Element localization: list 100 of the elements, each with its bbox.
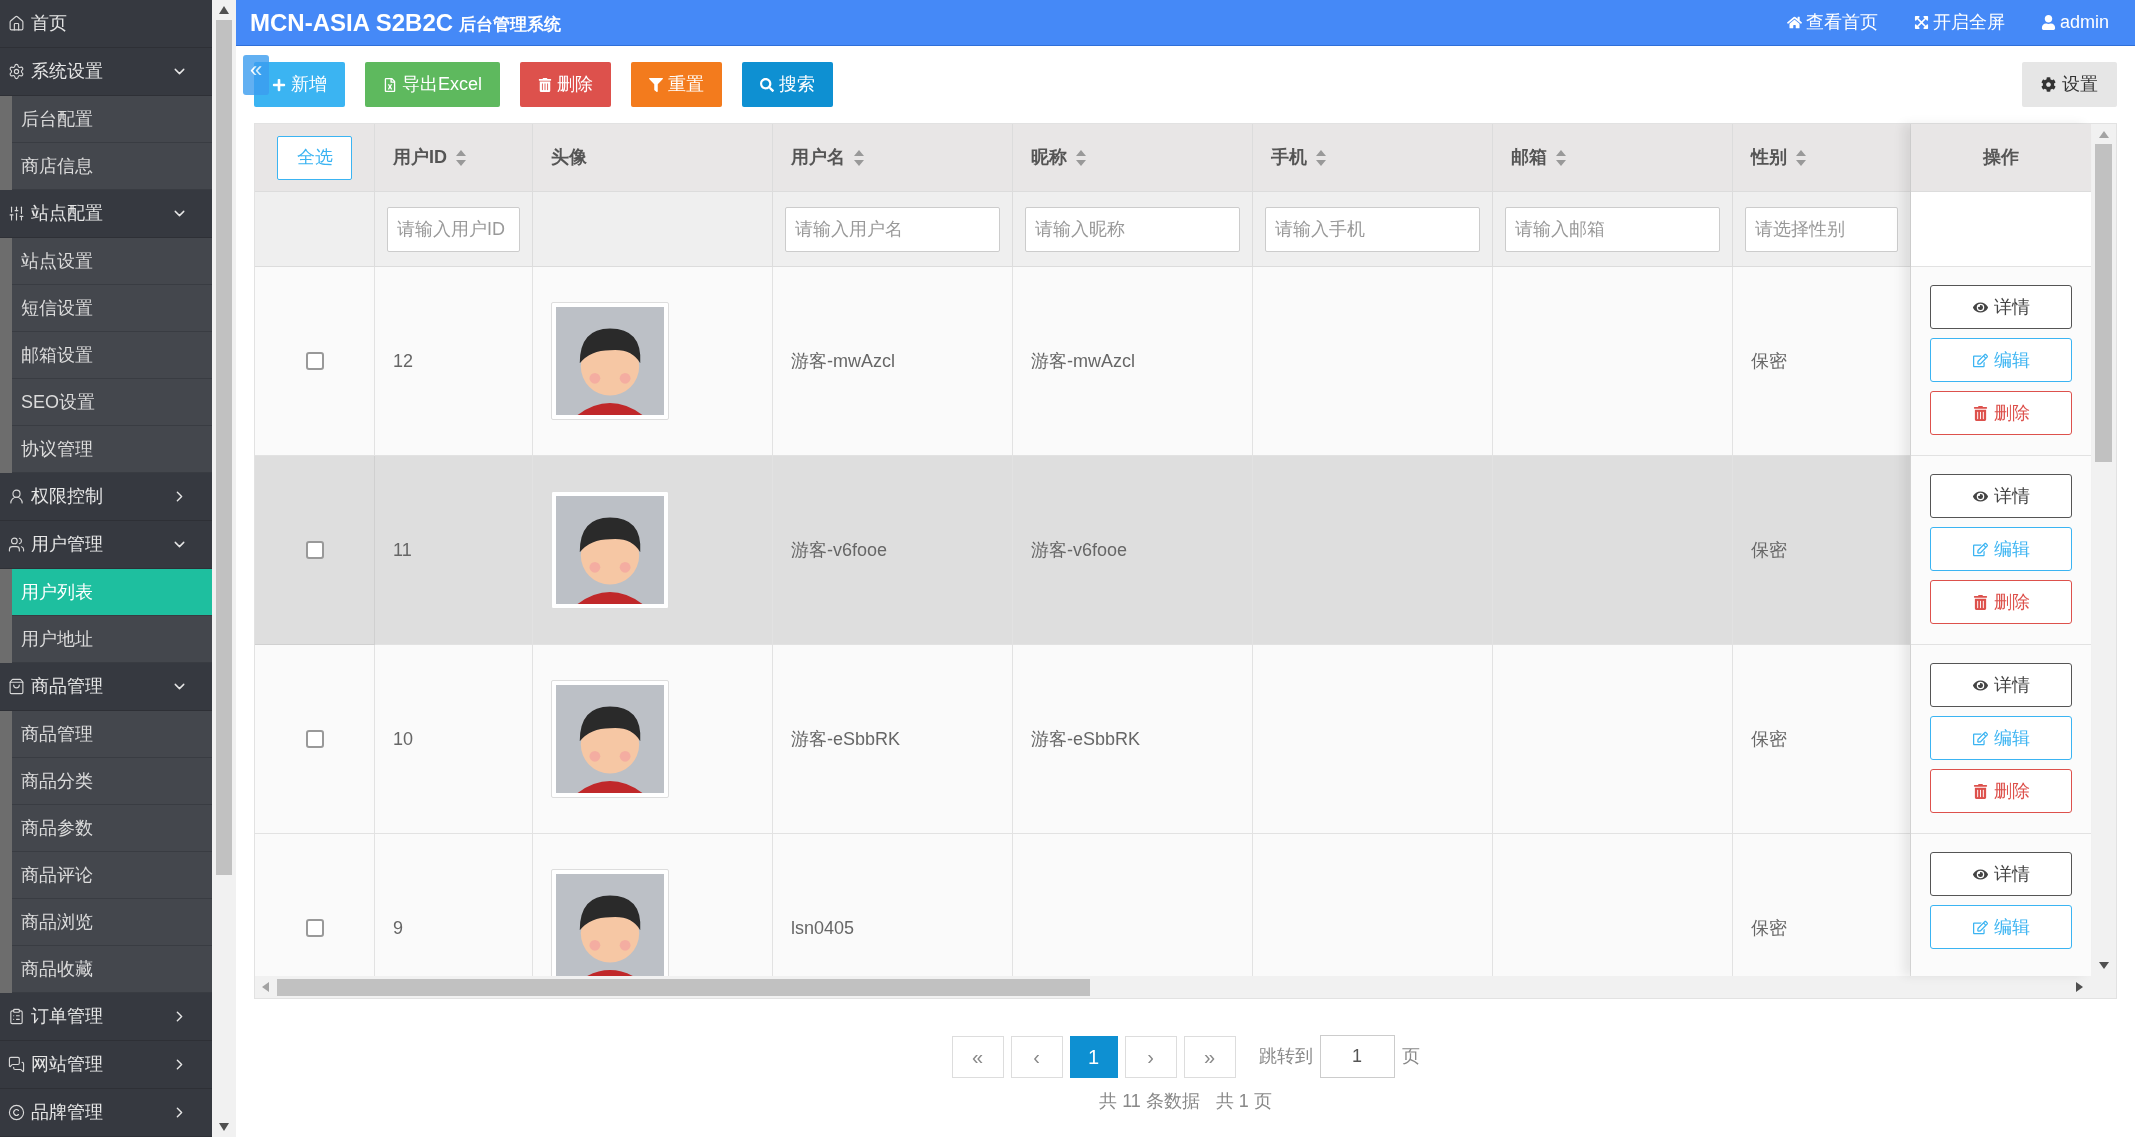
filter-field[interactable]: 请输入用户ID [387, 206, 520, 252]
home-icon [1786, 15, 1802, 30]
sidebar-subitem[interactable]: 商品浏览 [12, 899, 212, 946]
table-cell-text: 游客-eSbbRK [1031, 727, 1141, 751]
detail-button[interactable]: 详情 [1930, 474, 2072, 518]
sidebar-item[interactable]: 订单管理 [0, 993, 212, 1041]
header-cell[interactable]: 昵称 [1013, 124, 1253, 192]
first-page-button[interactable]: « [951, 1035, 1004, 1078]
sort-icon[interactable] [455, 148, 467, 167]
scrollbar[interactable] [212, 0, 236, 1137]
sidebar-item[interactable]: 网站管理 [0, 1041, 212, 1089]
sidebar-item[interactable]: 站点配置 [0, 190, 212, 238]
sort-icon[interactable] [1075, 148, 1087, 167]
sidebar-subitem[interactable]: 站点设置 [12, 238, 212, 285]
sidebar-item[interactable]: 权限控制 [0, 473, 212, 521]
table-cell-text: lsn0405 [791, 916, 855, 940]
delete-button[interactable]: 删除 [1930, 769, 2072, 813]
sidebar-subitem[interactable]: 商品收藏 [12, 946, 212, 993]
sidebar-subitem[interactable]: 邮箱设置 [12, 332, 212, 379]
sidebar-subitem[interactable]: 商品评论 [12, 852, 212, 899]
sort-icon[interactable] [1795, 148, 1807, 167]
sidebar-item[interactable]: 用户管理 [0, 521, 212, 569]
column-header: 邮箱 [1511, 146, 1547, 169]
filter-field[interactable]: 请输入昵称 [1025, 206, 1240, 252]
sort-icon[interactable] [1315, 148, 1327, 167]
user-icon [2040, 15, 2056, 30]
sidebar-subitem[interactable]: 用户地址 [12, 616, 212, 663]
sidebar-subitem[interactable]: 商品参数 [12, 805, 212, 852]
row-checkbox[interactable] [305, 919, 324, 937]
sidebar-subitem[interactable]: 商品分类 [12, 758, 212, 805]
filter-field[interactable]: 请输入邮箱 [1505, 206, 1720, 252]
chat-icon [8, 1056, 25, 1073]
row-checkbox[interactable] [305, 352, 324, 370]
delete-button[interactable]: 删除 [520, 62, 611, 107]
table-cell[interactable] [255, 645, 375, 834]
filter-field[interactable]: 请输入手机 [1265, 206, 1480, 252]
column-header: 用户ID [393, 146, 447, 169]
header-cell[interactable]: 邮箱 [1493, 124, 1733, 192]
sidebar-subitem[interactable]: 后台配置 [12, 96, 212, 143]
next-page-button[interactable]: › [1124, 1035, 1177, 1078]
table-cell[interactable] [255, 267, 375, 456]
app-title: MCN-ASIA S2B2C [250, 7, 454, 38]
detail-button[interactable]: 详情 [1930, 663, 2072, 707]
sidebar-subitem[interactable]: 短信设置 [12, 285, 212, 332]
page-suffix: 页 [1401, 1045, 1420, 1068]
header-cell[interactable]: 性别 [1733, 124, 1911, 192]
last-page-button[interactable]: » [1183, 1035, 1236, 1078]
sidebar-subitem[interactable]: SEO设置 [12, 379, 212, 426]
sliders-icon [8, 205, 25, 222]
expand-icon [1913, 15, 1929, 30]
page-field[interactable]: 1 [1319, 1035, 1395, 1078]
scrollbar[interactable] [2091, 124, 2116, 976]
trash-icon [1972, 405, 1988, 421]
header-link[interactable]: 查看首页 [1786, 9, 1878, 36]
table-cell-text: 游客-mwAzcl [1031, 349, 1135, 373]
scroll-up-icon [2098, 131, 2109, 138]
prev-page-button[interactable]: ‹ [1010, 1035, 1063, 1078]
sidebar-subitem[interactable]: 协议管理 [12, 426, 212, 473]
plus-icon [272, 77, 286, 92]
search-button[interactable]: 搜索 [742, 62, 833, 107]
sidebar-item[interactable]: 商品管理 [0, 663, 212, 711]
clipboard-icon [8, 1008, 25, 1025]
table-cell-text: 10 [393, 727, 414, 751]
header-cell[interactable]: 用户ID [375, 124, 533, 192]
delete-button[interactable]: 删除 [1930, 391, 2072, 435]
column-header: 昵称 [1031, 146, 1067, 169]
header-link[interactable]: admin [2040, 9, 2109, 36]
sort-icon[interactable] [853, 148, 865, 167]
page-count: 共 1 页 [1215, 1090, 1272, 1113]
table-cell-text: 游客-eSbbRK [791, 727, 901, 751]
header-cell[interactable]: 用户名 [773, 124, 1013, 192]
goto-label: 跳转到 [1258, 1045, 1313, 1068]
scroll-up-icon [219, 6, 229, 14]
column-header: 操作 [1983, 146, 2019, 169]
table-cell-text: 11 [393, 538, 412, 562]
header-link[interactable]: 开启全屏 [1913, 9, 2005, 36]
filter-field[interactable]: 请输入用户名 [785, 206, 1000, 252]
sidebar-item[interactable]: 首页 [0, 0, 212, 48]
detail-button[interactable]: 详情 [1930, 285, 2072, 329]
sidebar-subitem[interactable]: 商店信息 [12, 143, 212, 190]
sort-icon[interactable] [1555, 148, 1567, 167]
detail-button[interactable]: 详情 [1930, 852, 2072, 896]
sidebar-item[interactable]: 系统设置 [0, 48, 212, 96]
scroll-down-icon [2098, 962, 2109, 969]
table-cell-text: 游客-v6fooe [791, 538, 888, 562]
row-checkbox[interactable] [305, 730, 324, 748]
scrollbar[interactable] [255, 976, 2116, 998]
filter-field[interactable]: 请选择性别 [1745, 206, 1898, 252]
home-icon [8, 15, 25, 32]
delete-button[interactable]: 删除 [1930, 580, 2072, 624]
edit-icon [1972, 541, 1988, 557]
sidebar-item[interactable]: 品牌管理 [0, 1089, 212, 1137]
column-header: 用户名 [791, 146, 845, 169]
row-checkbox[interactable] [305, 541, 324, 559]
page-button[interactable]: 1 [1069, 1035, 1118, 1078]
table-cell-text: 保密 [1751, 538, 1787, 562]
header-cell[interactable]: 手机 [1253, 124, 1493, 192]
settings-button[interactable]: 设置 [2022, 62, 2117, 107]
sidebar-subitem[interactable]: 商品管理 [12, 711, 212, 758]
table-cell[interactable] [255, 456, 375, 645]
